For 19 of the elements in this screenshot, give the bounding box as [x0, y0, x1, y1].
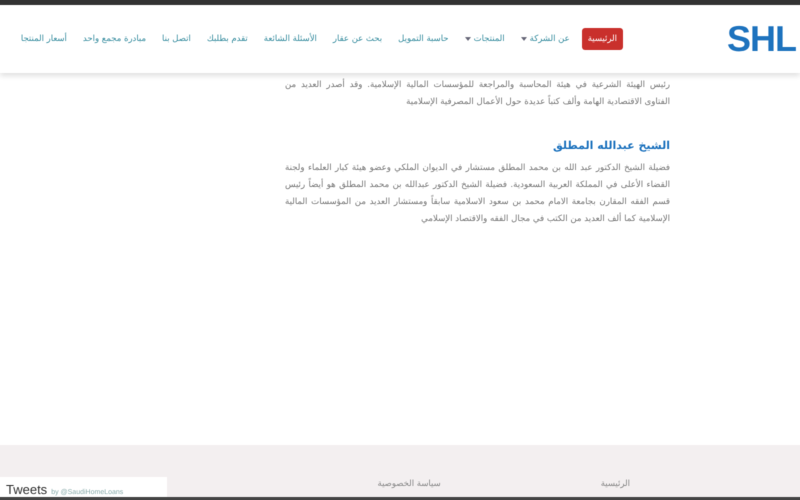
nav-link[interactable]: المنتجات: [456, 28, 513, 50]
nav-link[interactable]: مبادرة مجمع واحد: [74, 28, 154, 50]
nav-link[interactable]: بحث عن عقار: [324, 28, 390, 50]
logo[interactable]: SHL: [727, 18, 796, 60]
paragraph: رئيس الهيئة الشرعية في هيئة المحاسبة والمراجعة للمؤسسات المالية الإسلامية. وقد أصدر العديد من الفتاوى الاقتصادية الهامة وألف كتباً عديدة حول الأعمال المصرفية الإسلامية: [285, 78, 670, 109]
caret-icon: [464, 37, 471, 41]
section-heading: الشيخ عبدالله المطلق: [552, 139, 670, 152]
nav-link[interactable]: أسعار المنتجا: [12, 28, 75, 50]
tweets-title: Tweets: [6, 482, 48, 497]
paragraph: فضيلة الشيخ الدكتور عبد الله بن محمد المطلق مستشار في الديوان الملكي وعضو هيئة كبار العلماء ولجنة القضاء الأعلى في المملكة العربية السعودية. فضيلة الشيخ الدكتور عبدالله بن محمد المطلق هو أيضاً رئيس قسم الفقه المقارن بجامعة الامام محمد بن سعود الاسلامية سابقاً ومستشار العديد من المؤسسات المالية الإسلامية كما ألف العديد من الكتب في مجال الفقه والاقتصاد الإسلامي: [285, 162, 670, 226]
nav-link[interactable]: اتصل بنا: [154, 28, 199, 50]
footer-link[interactable]: الرئيسية: [600, 479, 630, 489]
nav-link[interactable]: الرئيسية: [582, 28, 623, 50]
nav-link[interactable]: الأسئلة الشائعة: [256, 28, 325, 50]
footer-link[interactable]: سياسة الخصوصية: [378, 479, 441, 489]
nav-link[interactable]: عن الشركة: [512, 28, 578, 50]
caret-icon: [520, 37, 527, 41]
nav-link[interactable]: تقدم بطلبك: [198, 28, 256, 50]
nav-link[interactable]: حاسبة التمويل: [390, 28, 457, 50]
